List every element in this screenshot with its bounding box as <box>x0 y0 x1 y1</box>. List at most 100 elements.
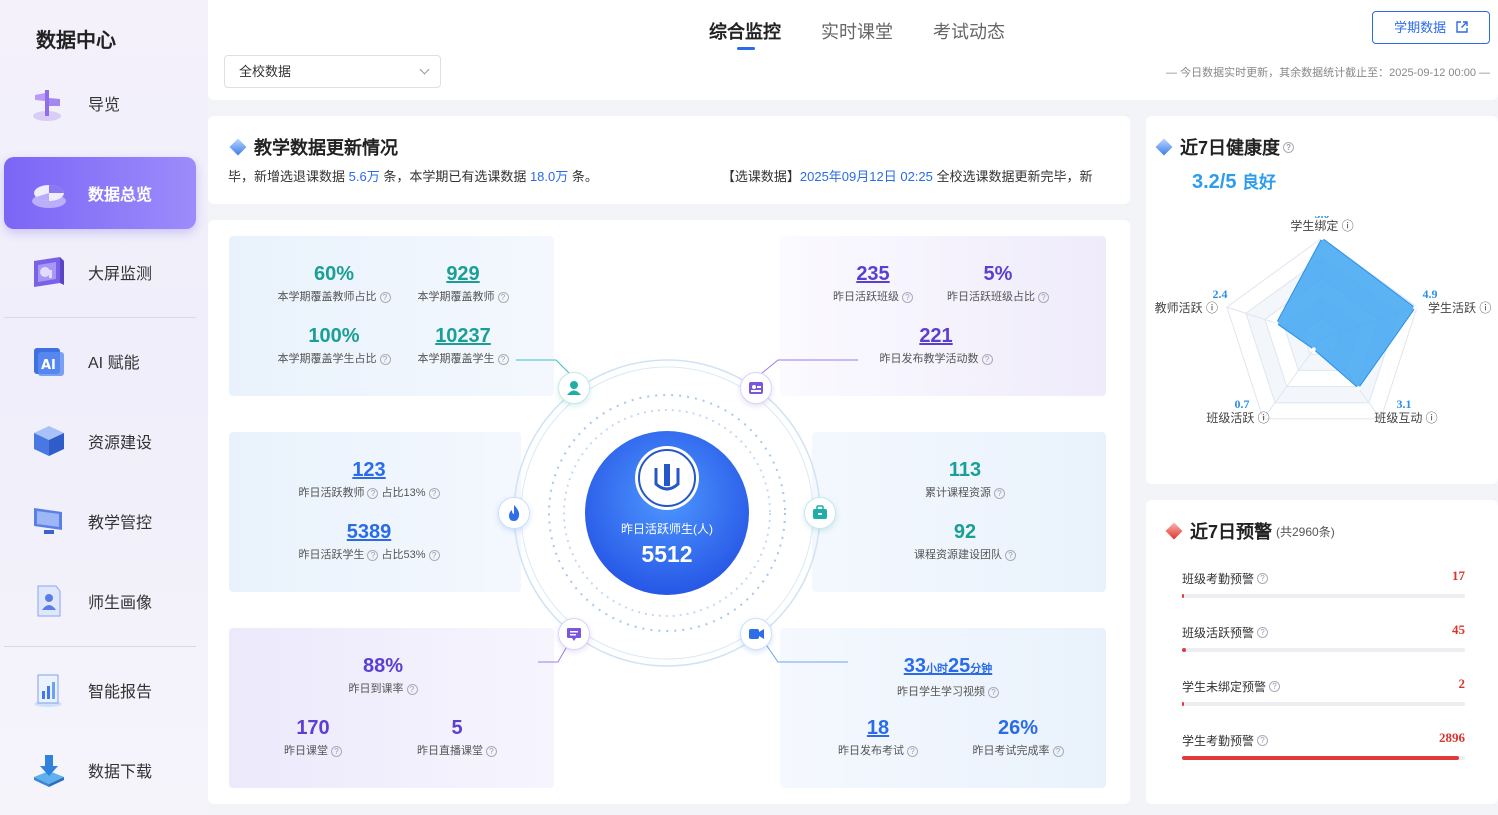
help-icon[interactable]: ? <box>1283 141 1295 153</box>
stat-share: 占比53% <box>381 549 426 561</box>
flame-node-icon <box>498 497 530 529</box>
warning-row[interactable]: 班级考勤预警? 17 <box>1182 568 1465 598</box>
help-icon[interactable]: ? <box>907 745 918 757</box>
help-icon[interactable]: ? <box>1257 627 1269 639</box>
active-teacher[interactable]: 123 昨日活跃教师? 占比13%? <box>284 458 454 500</box>
help-icon[interactable]: ? <box>1257 735 1269 747</box>
active-student[interactable]: 5389 昨日活跃学生? 占比53%? <box>284 520 454 562</box>
radar-axis-label: 学生绑定 ⓘ <box>1290 218 1353 233</box>
nav-resources[interactable]: 资源建设 <box>4 405 196 477</box>
chevron-down-icon <box>419 64 430 75</box>
stat-label-text: 昨日活跃学生 <box>298 549 365 561</box>
help-icon[interactable]: ? <box>994 487 1005 499</box>
term-data-button[interactable]: 学期数据 <box>1372 11 1490 44</box>
tab-live-class[interactable]: 实时课堂 <box>821 18 893 50</box>
help-icon[interactable]: ? <box>981 353 993 365</box>
stat-value[interactable]: 33小时25分钟 <box>880 654 1016 681</box>
scope-select[interactable]: 全校数据 <box>224 55 441 88</box>
stat-label-text: 本学期覆盖学生 <box>417 353 495 365</box>
video-hours-unit: 小时 <box>926 663 948 675</box>
radar-value-label: 0.7 <box>1235 397 1250 411</box>
stat-label: 昨日活跃班级占比? <box>938 288 1058 304</box>
warning-row[interactable]: 班级活跃预警? 45 <box>1182 622 1465 652</box>
stat-value[interactable]: 123 <box>284 458 454 482</box>
stat-label: 昨日活跃学生? 占比53%? <box>284 546 454 562</box>
help-icon[interactable]: ? <box>1269 681 1281 693</box>
radar-point <box>1413 305 1418 310</box>
active-class[interactable]: 235 昨日活跃班级? <box>823 262 923 304</box>
radar-value-label: 3.1 <box>1397 397 1412 411</box>
activities-published[interactable]: 221 昨日发布教学活动数? <box>863 324 1009 366</box>
stat-value[interactable]: 18 <box>828 716 928 740</box>
warning-count: 17 <box>1452 568 1465 583</box>
stat-value[interactable]: 235 <box>823 262 923 286</box>
ticker-text: 【选课数据】 <box>721 169 800 184</box>
stat-label: 昨日活跃班级? <box>823 288 923 304</box>
live-classes: 5 昨日直播课堂? <box>401 716 513 758</box>
exams-published[interactable]: 18 昨日发布考试? <box>828 716 928 758</box>
help-icon[interactable]: ? <box>379 291 391 303</box>
stat-label-text: 本学期覆盖教师 <box>417 291 495 303</box>
stat-value[interactable]: 221 <box>863 324 1009 348</box>
nav-portrait[interactable]: 师生画像 <box>4 565 196 637</box>
nav-label: AI 赋能 <box>88 355 140 372</box>
nav-download[interactable]: 数据下载 <box>4 734 196 806</box>
stat-label: 本学期覆盖教师? <box>408 288 518 304</box>
tab-comprehensive-monitor[interactable]: 综合监控 <box>709 18 781 50</box>
help-icon[interactable]: ? <box>497 291 509 303</box>
help-icon[interactable]: ? <box>988 686 999 698</box>
course-resources: 113 累计课程资源? <box>910 458 1020 500</box>
warning-count: 45 <box>1452 622 1465 637</box>
help-icon[interactable]: ? <box>486 745 497 757</box>
nav-smart-report[interactable]: 智能报告 <box>4 654 196 726</box>
coverage-student[interactable]: 10237 本学期覆盖学生? <box>408 324 518 366</box>
study-video-time[interactable]: 33小时25分钟 昨日学生学习视频? <box>880 654 1016 699</box>
help-icon[interactable]: ? <box>902 291 913 303</box>
warning-row[interactable]: 学生考勤预警? 2896 <box>1182 730 1465 760</box>
nav-overview-guide[interactable]: 导览 <box>4 67 196 139</box>
warning-row[interactable]: 学生未绑定预警? 2 <box>1182 676 1466 706</box>
stat-label-text: 昨日考试完成率 <box>972 745 1050 757</box>
warning-count: 2896 <box>1439 730 1465 745</box>
attendance-rate: 88% 昨日到课率? <box>333 654 433 696</box>
screen-icon <box>30 502 68 540</box>
video-node-icon <box>740 618 772 650</box>
radar-value-label: 4.9 <box>1423 287 1438 301</box>
help-icon[interactable]: ? <box>331 745 342 757</box>
profile-icon <box>30 582 68 620</box>
help-icon[interactable]: ? <box>1257 573 1269 585</box>
activity-node-icon <box>740 372 772 404</box>
help-icon[interactable]: ? <box>379 353 391 365</box>
help-icon[interactable]: ? <box>428 549 440 561</box>
diamond-icon <box>1155 138 1173 156</box>
nav-ai[interactable]: AI AI 赋能 <box>4 325 196 397</box>
nav-big-screen[interactable]: 大屏监测 <box>4 236 196 308</box>
cube-icon <box>30 422 68 460</box>
help-icon[interactable]: ? <box>406 683 418 695</box>
signpost-icon <box>30 84 68 122</box>
stat-label: 本学期覆盖教师占比? <box>269 288 399 304</box>
stat-value[interactable]: 5389 <box>284 520 454 544</box>
stat-label: 昨日发布教学活动数? <box>863 350 1009 366</box>
stat-value: 5% <box>983 263 1013 285</box>
nav-data-overview[interactable]: 数据总览 <box>4 157 196 229</box>
warning-count: 2 <box>1458 676 1466 691</box>
help-icon[interactable]: ? <box>1052 745 1064 757</box>
help-icon[interactable]: ? <box>428 487 440 499</box>
help-icon[interactable]: ? <box>497 353 509 365</box>
ticker-text: 条，本学期已有选课数据 <box>379 169 530 184</box>
update-card: 教学数据更新情况 毕，新增选退课数据 5.6万 条，本学期已有选课数据 18.0… <box>208 116 1130 204</box>
warning-bar-track <box>1182 756 1465 760</box>
brand-title: 数据中心 <box>36 30 116 52</box>
help-icon[interactable]: ? <box>1005 549 1016 561</box>
help-icon[interactable]: ? <box>367 487 379 499</box>
stat-value[interactable]: 10237 <box>408 324 518 348</box>
help-icon[interactable]: ? <box>367 549 379 561</box>
nav-teaching-control[interactable]: 教学管控 <box>4 485 196 557</box>
stat-value[interactable]: 929 <box>408 262 518 286</box>
coverage-teacher[interactable]: 929 本学期覆盖教师? <box>408 262 518 304</box>
warning-bar-fill <box>1182 648 1187 652</box>
tab-exam-updates[interactable]: 考试动态 <box>933 18 1005 50</box>
help-icon[interactable]: ? <box>1038 291 1049 303</box>
stat-label-text: 课程资源建设团队 <box>914 549 1002 561</box>
